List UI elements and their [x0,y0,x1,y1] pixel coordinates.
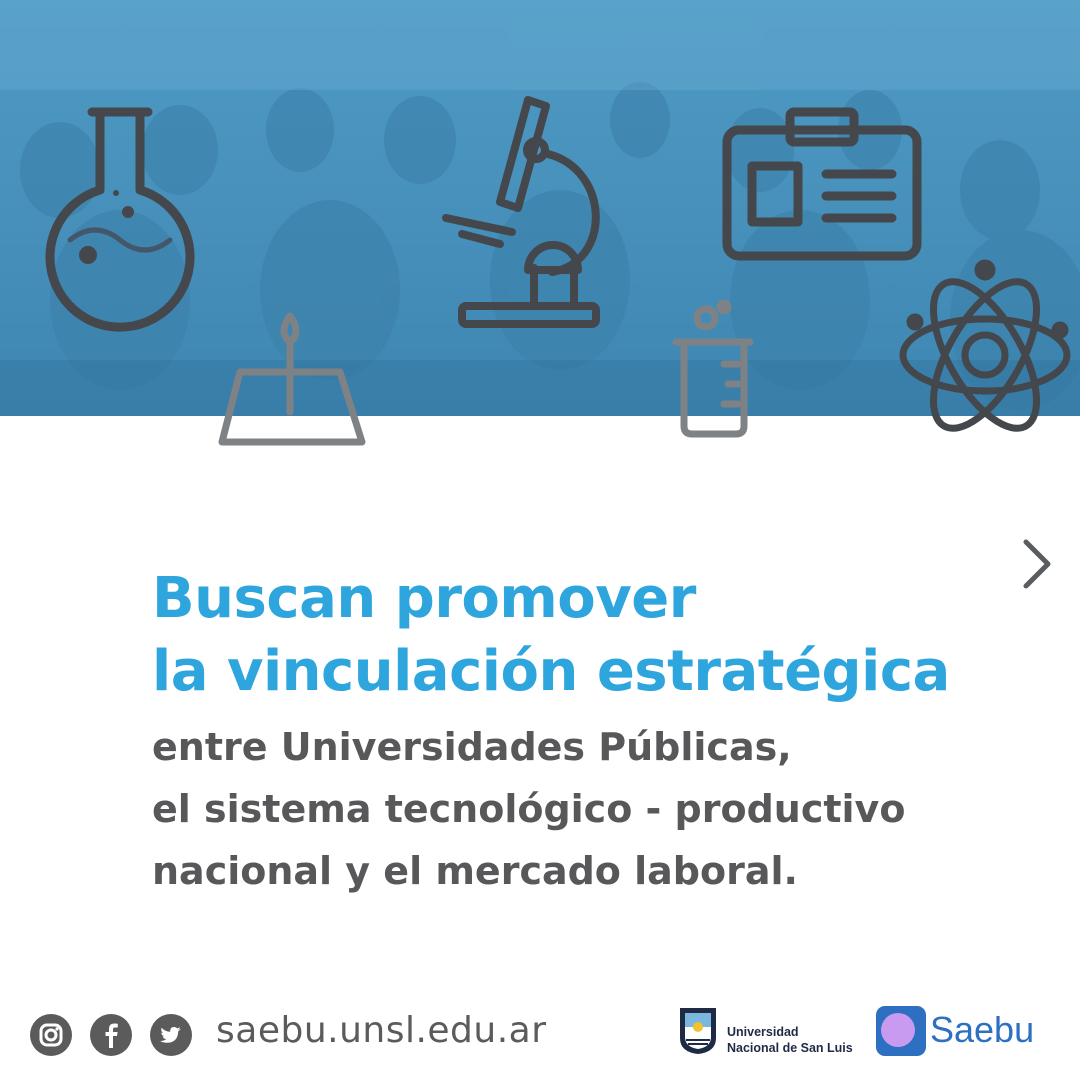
flask-icon [45,107,195,332]
university-name-line-1: Universidad [727,1025,799,1039]
saebu-logo [876,1006,926,1056]
science-icons [45,96,1071,446]
atom-icon [899,259,1071,432]
website-link[interactable]: saebu.unsl.edu.ar [216,1010,547,1051]
body-line-2: el sistema tecnológico - productivo [152,787,906,831]
university-name: Universidad Nacional de San Luis [727,1024,853,1056]
body-text: entre Universidades Públicas, el sistema… [152,716,1032,902]
facebook-icon[interactable] [90,1014,132,1056]
microscope-icon [442,96,600,328]
body-line-3: nacional y el mercado laboral. [152,849,798,893]
id-card-icon [722,107,922,261]
headline-line-2: la vinculación estratégica [152,639,950,704]
unsl-shield-logo [680,1008,716,1054]
burner-icon [218,312,366,446]
saebu-label: Saebu [930,1009,1035,1050]
headline-line-1: Buscan promover [152,566,696,631]
body-line-1: entre Universidades Públicas, [152,725,792,769]
twitter-icon[interactable] [150,1014,192,1056]
headline: Buscan promover la vinculación estratégi… [152,562,1032,708]
beaker-icon [672,299,754,438]
university-name-line-2: Nacional de San Luis [727,1041,853,1055]
instagram-icon[interactable] [30,1014,72,1056]
